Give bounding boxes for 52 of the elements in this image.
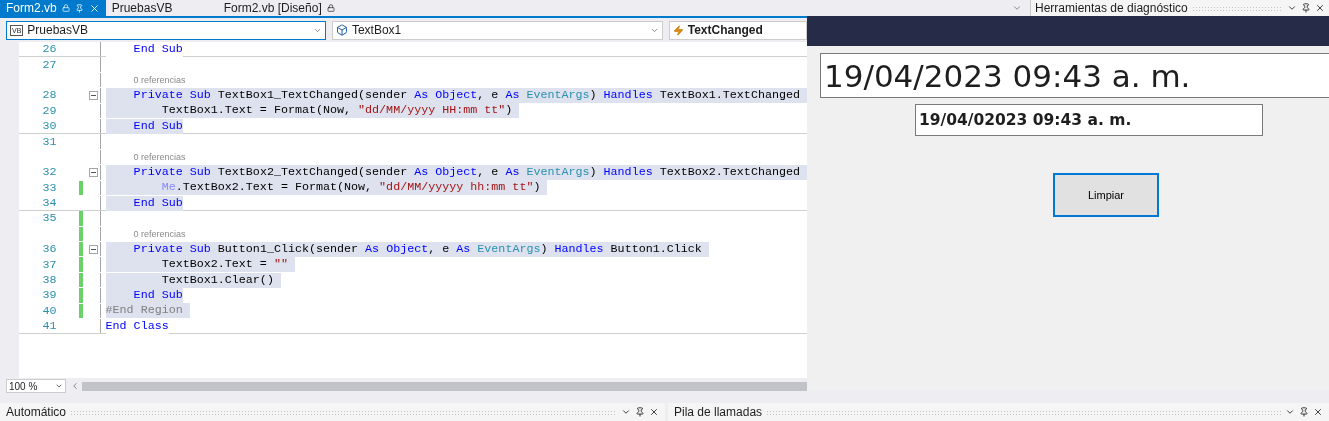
collapse-icon[interactable]: [88, 244, 98, 254]
dropdown-icon: [55, 382, 63, 390]
line-number: 39: [41, 288, 57, 303]
dropdown-icon[interactable]: [621, 407, 631, 417]
panel-title: Automático: [6, 405, 67, 419]
pin-icon[interactable]: [635, 407, 645, 417]
horizontal-scrollbar[interactable]: [70, 380, 807, 392]
navigation-dropdown[interactable]: TextBox1: [331, 20, 663, 40]
collapse-icon[interactable]: [88, 90, 98, 100]
zoom-dropdown[interactable]: 100 %: [6, 379, 66, 393]
line-number: 40: [41, 303, 57, 318]
navigation-dropdown[interactable]: TextChanged: [668, 20, 807, 40]
collapse-icon[interactable]: [88, 167, 98, 177]
editor-tab[interactable]: Form2.vb: [0, 0, 106, 16]
close-icon[interactable]: [649, 407, 659, 417]
reference-count-link[interactable]: 0 referencias: [133, 228, 186, 239]
line-number: 37: [41, 257, 57, 272]
scrollbar-thumb[interactable]: [82, 381, 807, 391]
line-number: 33: [41, 180, 57, 195]
line-number: 36: [41, 242, 57, 257]
line-number: 34: [41, 196, 57, 211]
editor-tab[interactable]: Form2.vb [Diseño]: [217, 0, 341, 16]
lock-icon: [61, 4, 70, 12]
lightning-icon: [672, 24, 684, 36]
cube-icon: [335, 24, 348, 36]
line-number: 31: [41, 134, 57, 149]
dropdown-icon[interactable]: [1287, 3, 1297, 13]
date-text-field[interactable]: 19/04/2023 09:43 a. m.: [820, 53, 1329, 98]
close-icon[interactable]: [1315, 3, 1325, 13]
reference-count-link[interactable]: 0 referencias: [133, 74, 186, 85]
line-number: 41: [41, 319, 57, 334]
date-text-field[interactable]: 19/04/02023 09:43 a. m.: [915, 104, 1263, 136]
pin-icon[interactable]: [1299, 407, 1309, 417]
line-number: 27: [41, 57, 57, 72]
lock-icon: [326, 4, 335, 12]
close-icon[interactable]: [1313, 407, 1323, 417]
reference-count-link[interactable]: 0 referencias: [133, 151, 186, 162]
pin-icon[interactable]: [74, 3, 84, 13]
close-icon[interactable]: [88, 2, 100, 14]
panel-title: Herramientas de diagnóstico: [1035, 1, 1188, 15]
line-number: 29: [41, 103, 57, 118]
line-number: 28: [41, 88, 57, 103]
editor-tab[interactable]: PruebasVB: [105, 0, 218, 16]
line-number: 32: [41, 165, 57, 180]
line-number: 26: [41, 42, 57, 57]
line-number: 38: [41, 273, 57, 288]
clear-button[interactable]: Limpiar: [1053, 173, 1159, 217]
panel-title: Pila de llamadas: [674, 405, 763, 419]
line-number: 30: [41, 119, 57, 134]
dropdown-icon[interactable]: [1285, 407, 1295, 417]
pin-icon[interactable]: [1301, 3, 1311, 13]
line-number: 35: [41, 211, 57, 226]
